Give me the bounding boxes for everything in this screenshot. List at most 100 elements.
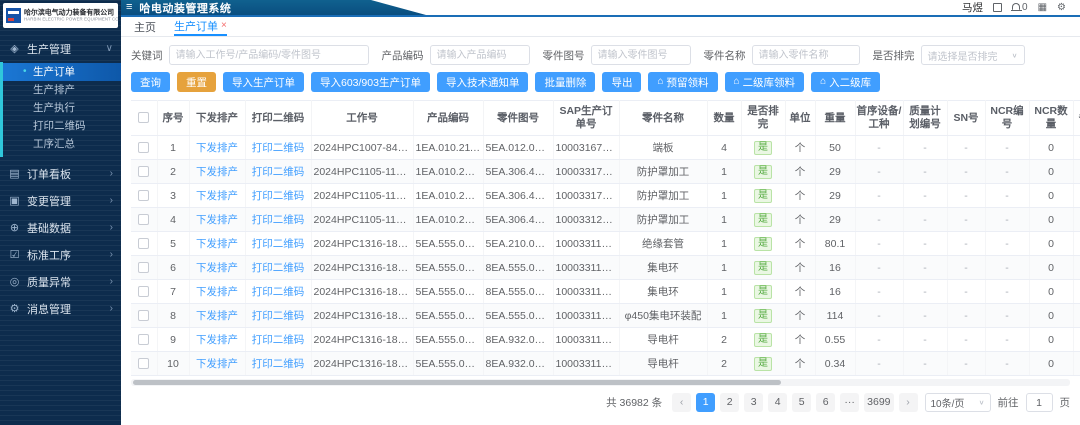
close-icon[interactable]: × <box>221 21 227 31</box>
dispatch-link[interactable]: 下发排产 <box>196 142 238 154</box>
page-button[interactable]: 1 <box>696 393 715 412</box>
column-header-remark: 备注 <box>1073 101 1080 136</box>
cell-seq: 1 <box>157 136 189 160</box>
product-code-input[interactable] <box>430 45 530 65</box>
more-pages-button[interactable]: ··· <box>840 393 859 412</box>
sidebar-subitem[interactable]: 生产排产 <box>3 81 121 99</box>
row-checkbox[interactable] <box>138 238 149 249</box>
cell-sap_no: 10003311349 <box>553 280 619 304</box>
tab-home[interactable]: 主页 <box>134 17 156 36</box>
sidebar-item[interactable]: ⊕基础数据› <box>0 214 121 241</box>
print-qrcode-link[interactable]: 打印二维码 <box>252 166 305 178</box>
reset-button[interactable]: 重置 <box>177 72 216 92</box>
total-count: 共 36982 条 <box>606 395 662 410</box>
row-checkbox[interactable] <box>138 358 149 369</box>
row-checkbox[interactable] <box>138 286 149 297</box>
page-button[interactable]: 3 <box>744 393 763 412</box>
sidebar-subitem[interactable]: 生产执行 <box>3 99 121 117</box>
sidebar-item[interactable]: ▤订单看板› <box>0 160 121 187</box>
import-tech-notice-button[interactable]: 导入技术通知单 <box>437 72 529 92</box>
export-button[interactable]: 导出 <box>602 72 641 92</box>
reserve-picking-button[interactable]: ⌂ 预留领料 <box>648 72 717 92</box>
column-header-dispatch: 下发排产 <box>189 101 245 136</box>
next-page-button[interactable]: › <box>899 393 918 412</box>
row-checkbox[interactable] <box>138 142 149 153</box>
scheduled-select[interactable]: 请选择是否排完 ∨ <box>921 45 1025 65</box>
page-button[interactable]: 4 <box>768 393 787 412</box>
sidebar-item-label: 标准工序 <box>27 247 104 263</box>
tab-production-orders[interactable]: 生产订单 × <box>174 17 227 36</box>
select-all-header <box>131 101 157 136</box>
last-page-button[interactable]: 3699 <box>864 393 893 412</box>
scheduled-badge: 是 <box>754 309 772 323</box>
print-qrcode-link[interactable]: 打印二维码 <box>252 214 305 226</box>
import-production-order-button[interactable]: 导入生产订单 <box>223 72 304 92</box>
print-qrcode-link[interactable]: 打印二维码 <box>252 262 305 274</box>
dispatch-link[interactable]: 下发排产 <box>196 166 238 178</box>
select-all-checkbox[interactable] <box>138 112 149 123</box>
batch-delete-button[interactable]: 批量删除 <box>535 72 595 92</box>
apps-grid-icon[interactable]: ▦ <box>1038 3 1047 13</box>
dispatch-link[interactable]: 下发排产 <box>196 190 238 202</box>
dispatch-link[interactable]: 下发排产 <box>196 238 238 250</box>
prev-page-button[interactable]: ‹ <box>672 393 691 412</box>
part-no-input[interactable] <box>591 45 691 65</box>
fullscreen-icon[interactable] <box>993 3 1002 12</box>
goto-page-input[interactable] <box>1026 393 1053 412</box>
secondary-store-picking-button[interactable]: ⌂ 二级库领料 <box>725 72 805 92</box>
print-qrcode-link[interactable]: 打印二维码 <box>252 238 305 250</box>
cell-ncr_no: - <box>985 304 1029 328</box>
print-qrcode-link[interactable]: 打印二维码 <box>252 142 305 154</box>
dispatch-link[interactable]: 下发排产 <box>196 286 238 298</box>
print-qrcode-link[interactable]: 打印二维码 <box>252 286 305 298</box>
menu-toggle-icon[interactable]: ≡ <box>126 2 132 13</box>
keyword-input[interactable] <box>169 45 369 65</box>
search-button[interactable]: 查询 <box>131 72 170 92</box>
cell-unit: 个 <box>785 328 815 352</box>
company-logo-icon <box>6 8 21 23</box>
row-checkbox[interactable] <box>138 262 149 273</box>
cell-weight: 16 <box>815 256 855 280</box>
page-button[interactable]: 2 <box>720 393 739 412</box>
settings-gear-icon[interactable]: ⚙ <box>1057 3 1066 13</box>
row-checkbox[interactable] <box>138 334 149 345</box>
sidebar-subitem[interactable]: 打印二维码 <box>3 117 121 135</box>
row-checkbox[interactable] <box>138 190 149 201</box>
print-qrcode-link[interactable]: 打印二维码 <box>252 190 305 202</box>
cell-job_no: 2024HPC1316-1833-2 <box>311 280 413 304</box>
part-name-input[interactable] <box>752 45 860 65</box>
print-qrcode-link[interactable]: 打印二维码 <box>252 310 305 322</box>
notifications-button[interactable]: 0 <box>1012 3 1028 13</box>
keyword-filter: 关键词 <box>131 45 369 65</box>
cell-print: 打印二维码 <box>245 328 311 352</box>
page-button[interactable]: 5 <box>792 393 811 412</box>
page-size-select[interactable]: 10条/页 ∨ <box>925 393 991 412</box>
dispatch-link[interactable]: 下发排产 <box>196 358 238 370</box>
into-secondary-store-button[interactable]: ⌂ 入二级库 <box>811 72 880 92</box>
page-button[interactable]: 6 <box>816 393 835 412</box>
import-603-903-order-button[interactable]: 导入603/903生产订单 <box>311 72 430 92</box>
row-checkbox[interactable] <box>138 310 149 321</box>
cell-job_no: 2024HPC1316-1833-2 <box>311 304 413 328</box>
row-checkbox[interactable] <box>138 166 149 177</box>
sidebar-item-production-management[interactable]: ◈ 生产管理 ∨ <box>0 35 121 62</box>
scrollbar-thumb[interactable] <box>133 380 781 385</box>
dispatch-link[interactable]: 下发排产 <box>196 214 238 226</box>
dispatch-link[interactable]: 下发排产 <box>196 334 238 346</box>
scheduled-select-placeholder: 请选择是否排完 <box>928 48 998 63</box>
sidebar-subitem[interactable]: 工序汇总 <box>3 135 121 153</box>
print-qrcode-link[interactable]: 打印二维码 <box>252 358 305 370</box>
cell-unit: 个 <box>785 208 815 232</box>
horizontal-scrollbar[interactable] <box>131 379 1070 386</box>
sidebar-item[interactable]: ▣变更管理› <box>0 187 121 214</box>
sidebar-subitem[interactable]: •生产订单 <box>3 63 121 81</box>
sidebar-item[interactable]: ☑标准工序› <box>0 241 121 268</box>
sidebar-item[interactable]: ◎质量异常› <box>0 268 121 295</box>
row-checkbox[interactable] <box>138 214 149 225</box>
print-qrcode-link[interactable]: 打印二维码 <box>252 334 305 346</box>
sidebar-item[interactable]: ⚙消息管理› <box>0 295 121 322</box>
cell-seq: 10 <box>157 352 189 376</box>
product-code-label: 产品编码 <box>382 48 424 63</box>
dispatch-link[interactable]: 下发排产 <box>196 310 238 322</box>
dispatch-link[interactable]: 下发排产 <box>196 262 238 274</box>
